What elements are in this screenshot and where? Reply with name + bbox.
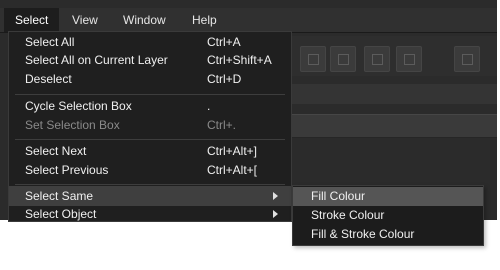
submenu-item-fill-colour[interactable]: Fill Colour	[293, 187, 483, 206]
submenu-item-label: Fill & Stroke Colour	[311, 227, 415, 241]
select-same-submenu: Fill Colour Stroke Colour Fill & Stroke …	[292, 185, 484, 246]
menu-item-set-selection-box: Set Selection Box Ctrl+.	[9, 115, 291, 135]
submenu-item-label: Stroke Colour	[311, 208, 385, 222]
menu-item-label: Select All on Current Layer	[25, 53, 168, 67]
submenu-arrow-icon	[273, 192, 278, 200]
menu-item-label: Select Same	[25, 189, 94, 203]
menu-item-select-next[interactable]: Select Next Ctrl+Alt+]	[9, 141, 291, 161]
menu-item-label: Select Previous	[25, 163, 109, 177]
menu-view[interactable]: View	[61, 8, 109, 32]
menu-item-select-same[interactable]: Select Same	[9, 186, 291, 206]
menu-item-label: Select Object	[25, 207, 97, 221]
menu-item-label: Set Selection Box	[25, 118, 120, 132]
menu-separator	[15, 94, 285, 95]
submenu-item-stroke-colour[interactable]: Stroke Colour	[293, 206, 483, 225]
context-toolbar	[292, 84, 497, 104]
menu-window[interactable]: Window	[112, 8, 177, 32]
toolbar-button[interactable]	[330, 46, 356, 72]
menu-separator	[15, 139, 285, 140]
menu-item-shortcut: Ctrl+Shift+A	[207, 53, 272, 67]
submenu-arrow-icon	[273, 210, 278, 218]
menu-item-shortcut: Ctrl+Alt+]	[207, 144, 258, 158]
menu-item-select-all-on-current-layer[interactable]: Select All on Current Layer Ctrl+Shift+A	[9, 50, 291, 70]
menu-item-shortcut: Ctrl+A	[207, 35, 241, 49]
menu-item-label: Deselect	[25, 72, 72, 86]
menu-select[interactable]: Select	[4, 8, 60, 32]
menu-bar: Select View Window Help	[0, 8, 497, 33]
menu-item-cycle-selection-box[interactable]: Cycle Selection Box .	[9, 96, 291, 116]
select-menu-dropdown: Select All Ctrl+A Select All on Current …	[8, 31, 292, 222]
toolbar-button[interactable]	[454, 46, 480, 72]
toolbar-button[interactable]	[364, 46, 390, 72]
menu-help[interactable]: Help	[181, 8, 228, 32]
menu-item-shortcut: Ctrl+.	[207, 118, 237, 132]
menu-item-shortcut: Ctrl+Alt+[	[207, 163, 258, 177]
menu-item-label: Select All	[25, 35, 75, 49]
submenu-item-label: Fill Colour	[311, 189, 366, 203]
menu-item-shortcut: .	[207, 99, 211, 113]
toolbar-button[interactable]	[300, 46, 326, 72]
menu-item-deselect[interactable]: Deselect Ctrl+D	[9, 69, 291, 89]
menu-item-select-previous[interactable]: Select Previous Ctrl+Alt+[	[9, 160, 291, 180]
menu-item-shortcut: Ctrl+D	[207, 72, 242, 86]
menu-item-label: Cycle Selection Box	[25, 99, 132, 113]
toolbar-button[interactable]	[396, 46, 422, 72]
menu-item-select-all[interactable]: Select All Ctrl+A	[9, 32, 291, 52]
menu-separator	[15, 184, 285, 185]
context-field	[292, 114, 497, 138]
submenu-item-fill-and-stroke-colour[interactable]: Fill & Stroke Colour	[293, 225, 483, 244]
menu-item-select-object[interactable]: Select Object	[9, 204, 291, 224]
menu-item-label: Select Next	[25, 144, 87, 158]
